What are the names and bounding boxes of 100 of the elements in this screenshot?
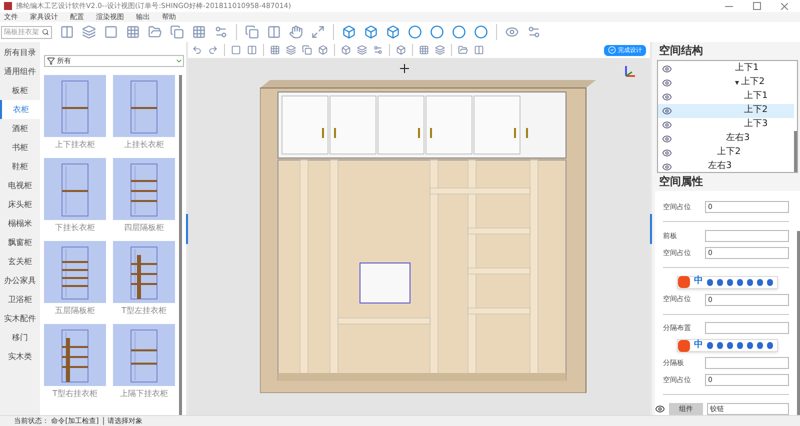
tree-item[interactable]: 上下1 bbox=[658, 62, 794, 76]
property-field[interactable] bbox=[705, 357, 789, 370]
toolbar-icon[interactable] bbox=[318, 45, 328, 55]
toolbar-icon[interactable] bbox=[289, 25, 303, 39]
tree-item[interactable]: 上下2 bbox=[658, 104, 794, 118]
category-tab[interactable]: 实木类 bbox=[0, 347, 40, 366]
tree-item[interactable]: 上下3 bbox=[658, 118, 794, 132]
toolbar-icon[interactable] bbox=[214, 25, 228, 39]
cabinet-thumbnail[interactable] bbox=[44, 241, 106, 303]
ime-mode[interactable]: 中 bbox=[694, 339, 703, 352]
property-field[interactable] bbox=[705, 322, 789, 334]
tree-item[interactable]: 左右3 bbox=[658, 160, 794, 174]
toolbar-icon[interactable] bbox=[419, 45, 429, 55]
toolbar-icon[interactable] bbox=[458, 45, 468, 55]
toolbar-icon[interactable] bbox=[364, 25, 378, 39]
category-tab[interactable]: 通用组件 bbox=[0, 62, 40, 81]
tree-item[interactable]: 上下1 bbox=[658, 90, 794, 104]
cabinet-thumbnail[interactable] bbox=[44, 75, 106, 137]
toolbar-icon[interactable] bbox=[474, 45, 484, 55]
category-tab[interactable]: 实木配件 bbox=[0, 309, 40, 328]
close-icon[interactable] bbox=[781, 2, 788, 10]
splitter-handle[interactable] bbox=[186, 214, 188, 244]
tree-item[interactable]: 上下2 bbox=[658, 76, 794, 90]
toolbar-icon[interactable] bbox=[192, 45, 202, 55]
toolbar-icon[interactable] bbox=[452, 25, 466, 39]
category-tab[interactable]: 书柜 bbox=[0, 138, 40, 157]
check-icon bbox=[608, 46, 616, 54]
visibility-icon[interactable] bbox=[662, 162, 672, 172]
toolbar-icon[interactable] bbox=[311, 25, 325, 39]
panel-title: 空间结构 bbox=[658, 42, 704, 59]
toolbar-icon[interactable] bbox=[270, 45, 280, 55]
category-tab[interactable]: 所有目录 bbox=[0, 43, 40, 62]
toolbar-icon[interactable] bbox=[435, 45, 445, 55]
category-tab[interactable]: 床头柜 bbox=[0, 195, 40, 214]
crosshair-icon bbox=[400, 64, 409, 73]
category-tab[interactable]: 榻榻米 bbox=[0, 214, 40, 233]
toolbar-icon[interactable] bbox=[386, 25, 400, 39]
tree-label: 上下2 bbox=[741, 76, 765, 90]
cabinet-thumbnail[interactable] bbox=[44, 158, 106, 220]
visibility-icon[interactable] bbox=[662, 148, 672, 158]
toolbar-icon[interactable] bbox=[208, 45, 218, 55]
category-tab[interactable]: 玄关柜 bbox=[0, 252, 40, 271]
toolbar-icon[interactable] bbox=[341, 45, 351, 55]
cabinet-thumbnail[interactable] bbox=[113, 241, 175, 303]
ime-mode[interactable]: 中 bbox=[694, 275, 703, 289]
visibility-icon[interactable] bbox=[662, 78, 672, 88]
visibility-icon[interactable] bbox=[662, 134, 672, 144]
toolbar-icon[interactable] bbox=[357, 45, 367, 55]
toolbar-icon[interactable] bbox=[126, 25, 140, 39]
tree-label: 上下2 bbox=[717, 146, 741, 160]
category-tab[interactable]: 电视柜 bbox=[0, 176, 40, 195]
app-icon bbox=[4, 2, 12, 10]
splitter-handle[interactable] bbox=[650, 214, 652, 244]
tree-label: 上下1 bbox=[744, 90, 768, 104]
category-tab[interactable]: 鞋柜 bbox=[0, 157, 40, 176]
toolbar-icon[interactable] bbox=[245, 25, 259, 39]
category-tab[interactable]: 办公家具 bbox=[0, 271, 40, 290]
category-tab[interactable]: 板柜 bbox=[0, 81, 40, 100]
category-tab[interactable]: 酒柜 bbox=[0, 119, 40, 138]
toolbar-icon[interactable] bbox=[170, 25, 184, 39]
toolbar-icon[interactable] bbox=[231, 45, 241, 55]
toolbar-icon[interactable] bbox=[505, 25, 519, 39]
search-icon[interactable] bbox=[42, 28, 49, 36]
toolbar-icon[interactable] bbox=[286, 45, 296, 55]
expand-icon[interactable] bbox=[735, 81, 739, 85]
visibility-icon[interactable] bbox=[655, 404, 665, 414]
cabinet-thumbnail[interactable] bbox=[113, 324, 175, 386]
scrollbar[interactable] bbox=[179, 75, 182, 415]
toolbar-icon[interactable] bbox=[82, 25, 96, 39]
toolbar-icon[interactable] bbox=[527, 25, 541, 39]
toolbar-icon[interactable] bbox=[148, 25, 162, 39]
cabinet-thumbnail[interactable] bbox=[44, 324, 106, 386]
toolbar-icon[interactable] bbox=[408, 25, 422, 39]
category-tab[interactable]: 卫浴柜 bbox=[0, 290, 40, 309]
toolbar-icon[interactable] bbox=[373, 45, 383, 55]
tree-item[interactable]: 上下2 bbox=[658, 146, 794, 160]
toolbar-icon[interactable] bbox=[342, 25, 356, 39]
toolbar-icon[interactable] bbox=[192, 25, 206, 39]
property-field[interactable] bbox=[705, 230, 789, 242]
toolbar-icon[interactable] bbox=[267, 25, 281, 39]
scrollbar[interactable] bbox=[797, 231, 800, 415]
toolbar-icon[interactable] bbox=[474, 25, 488, 39]
cabinet-thumbnail[interactable] bbox=[113, 158, 175, 220]
category-tab[interactable]: 移门 bbox=[0, 328, 40, 347]
category-tab[interactable]: 衣柜 bbox=[0, 100, 40, 119]
toolbar-icon[interactable] bbox=[104, 25, 118, 39]
visibility-icon[interactable] bbox=[662, 106, 672, 116]
toolbar-icon[interactable] bbox=[430, 25, 444, 39]
visibility-icon[interactable] bbox=[662, 92, 672, 102]
visibility-icon[interactable] bbox=[662, 120, 672, 130]
toolbar-icon[interactable] bbox=[302, 45, 312, 55]
3d-viewport[interactable] bbox=[188, 58, 650, 415]
toolbar-icon[interactable] bbox=[396, 45, 406, 55]
toolbar-icon[interactable] bbox=[60, 25, 74, 39]
visibility-icon[interactable] bbox=[662, 64, 672, 74]
maximize-icon[interactable] bbox=[753, 2, 761, 10]
cabinet-thumbnail[interactable] bbox=[113, 75, 175, 137]
category-tab[interactable]: 飘窗柜 bbox=[0, 233, 40, 252]
toolbar-icon[interactable] bbox=[247, 45, 257, 55]
tree-item[interactable]: 左右3 bbox=[658, 132, 794, 146]
